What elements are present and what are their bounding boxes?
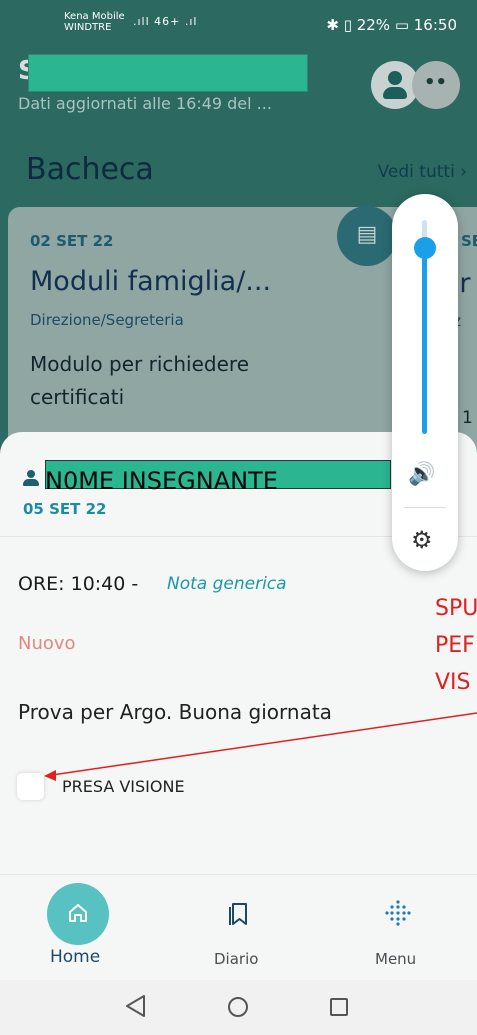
bookmark-icon[interactable] xyxy=(227,901,249,927)
person-icon xyxy=(22,470,40,488)
section-title: Bacheca xyxy=(26,152,154,187)
carrier-name: Kena Mobile WINDTRE xyxy=(64,11,125,33)
redacted-school-name xyxy=(28,54,308,92)
status-indicators: ✱ ▯ 22% ▭ 16:50 xyxy=(326,16,457,34)
volume-divider xyxy=(404,507,446,508)
signal-icon: .ıll 46+ .ıl xyxy=(133,15,198,28)
nav-home-label[interactable]: Home xyxy=(50,947,100,967)
nav-menu-label[interactable]: Menu xyxy=(375,950,416,968)
annotation-line3: VIS xyxy=(435,670,471,695)
teacher-name: N0ME INSEGNANTE xyxy=(45,467,278,495)
card2-count: 1 xyxy=(462,408,473,428)
speaker-icon[interactable]: 🔊 xyxy=(408,462,435,487)
annotation-line1: SPU xyxy=(435,596,477,621)
card-body: Modulo per richiedere certificati xyxy=(30,352,249,409)
card-date: 02 SET 22 xyxy=(30,232,114,250)
home-circle-icon[interactable] xyxy=(228,997,248,1017)
home-icon xyxy=(69,904,87,922)
carrier-line2: WINDTRE xyxy=(64,22,112,33)
card-title: Moduli famiglia/... xyxy=(30,266,272,297)
last-updated-text: Dati aggiornati alle 16:49 del ... xyxy=(18,94,272,113)
annotation-line2: PEF xyxy=(435,633,475,658)
recent-apps-icon[interactable] xyxy=(330,998,348,1016)
gear-icon[interactable]: ⚙ xyxy=(411,526,433,554)
status-bar: Kena Mobile WINDTRE .ıll 46+ .ıl ✱ ▯ 22%… xyxy=(0,0,477,52)
see-all-link[interactable]: Vedi tutti › xyxy=(378,162,467,182)
card2-date: SE xyxy=(461,232,477,250)
document-icon: ▤ xyxy=(337,206,397,266)
note-status: Nuovo xyxy=(18,633,76,654)
card-subtitle: Direzione/Segreteria xyxy=(30,311,184,329)
back-icon[interactable] xyxy=(124,994,146,1018)
acknowledge-label[interactable]: PRESA VISIONE xyxy=(62,777,185,796)
volume-fill xyxy=(422,247,427,434)
more-dots-icon[interactable]: •• xyxy=(424,72,447,93)
nav-diario-label[interactable]: Diario xyxy=(214,950,258,968)
note-message: Prova per Argo. Buona giornata xyxy=(18,700,332,724)
note-type: Nota generica xyxy=(167,574,287,594)
dots-grid-icon[interactable] xyxy=(384,899,412,927)
volume-slider-handle[interactable] xyxy=(414,236,436,259)
note-time: ORE: 10:40 - xyxy=(18,573,139,595)
note-date: 05 SET 22 xyxy=(23,500,107,518)
acknowledge-checkbox[interactable] xyxy=(17,773,44,800)
carrier-line1: Kena Mobile xyxy=(64,11,125,22)
annotation-text: SPU PEF VIS xyxy=(435,590,477,701)
